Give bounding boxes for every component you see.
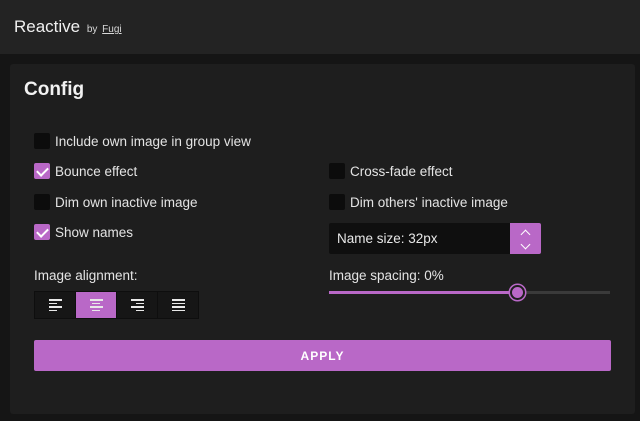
image-spacing-label: Image spacing: 0% xyxy=(329,268,444,283)
stepper-buttons[interactable] xyxy=(510,223,541,254)
crossfade-effect-label: Cross-fade effect xyxy=(350,163,453,179)
name-size-stepper[interactable]: Name size: 32px xyxy=(329,223,541,254)
top-bar: Reactive by Fugi xyxy=(0,0,640,54)
chevron-down-icon[interactable] xyxy=(520,239,531,249)
align-right-icon xyxy=(130,299,144,311)
dim-others-inactive-option[interactable]: Dim others' inactive image xyxy=(329,192,508,212)
dim-others-inactive-label: Dim others' inactive image xyxy=(350,194,508,210)
include-own-image-option[interactable]: Include own image in group view xyxy=(34,131,251,151)
image-alignment-label: Image alignment: xyxy=(34,268,138,283)
dim-own-inactive-label: Dim own inactive image xyxy=(55,194,198,210)
align-center-button[interactable] xyxy=(76,292,117,318)
bounce-effect-checkbox[interactable] xyxy=(34,163,50,179)
align-right-button[interactable] xyxy=(117,292,158,318)
align-left-icon xyxy=(48,299,62,311)
dim-own-inactive-option[interactable]: Dim own inactive image xyxy=(34,192,198,212)
name-size-value: Name size: 32px xyxy=(337,231,438,246)
slider-fill xyxy=(329,291,518,294)
panel-title: Config xyxy=(24,79,85,100)
show-names-label: Show names xyxy=(55,224,134,240)
crossfade-effect-option[interactable]: Cross-fade effect xyxy=(329,161,453,181)
include-own-image-checkbox[interactable] xyxy=(34,133,50,149)
crossfade-effect-checkbox[interactable] xyxy=(329,163,345,179)
image-spacing-slider[interactable] xyxy=(329,285,610,300)
app-name: Reactive xyxy=(14,17,81,36)
dim-others-inactive-checkbox[interactable] xyxy=(329,194,345,210)
align-justify-button[interactable] xyxy=(158,292,198,318)
show-names-checkbox[interactable] xyxy=(34,224,50,240)
chevron-up-icon[interactable] xyxy=(520,229,531,239)
align-justify-icon xyxy=(171,299,185,311)
image-alignment-group xyxy=(34,291,199,319)
apply-button[interactable]: APPLY xyxy=(34,340,611,371)
slider-thumb[interactable] xyxy=(509,285,525,300)
bounce-effect-label: Bounce effect xyxy=(55,163,138,179)
config-panel: Config Include own image in group view B… xyxy=(10,64,635,414)
include-own-image-label: Include own image in group view xyxy=(55,133,251,149)
app-by-text: by xyxy=(86,24,98,35)
app-title: Reactive by Fugi xyxy=(14,17,122,37)
dim-own-inactive-checkbox[interactable] xyxy=(34,194,50,210)
bounce-effect-option[interactable]: Bounce effect xyxy=(34,161,137,181)
align-center-icon xyxy=(89,299,103,311)
align-left-button[interactable] xyxy=(35,292,76,318)
show-names-option[interactable]: Show names xyxy=(34,222,133,242)
author-link[interactable]: Fugi xyxy=(102,24,121,35)
